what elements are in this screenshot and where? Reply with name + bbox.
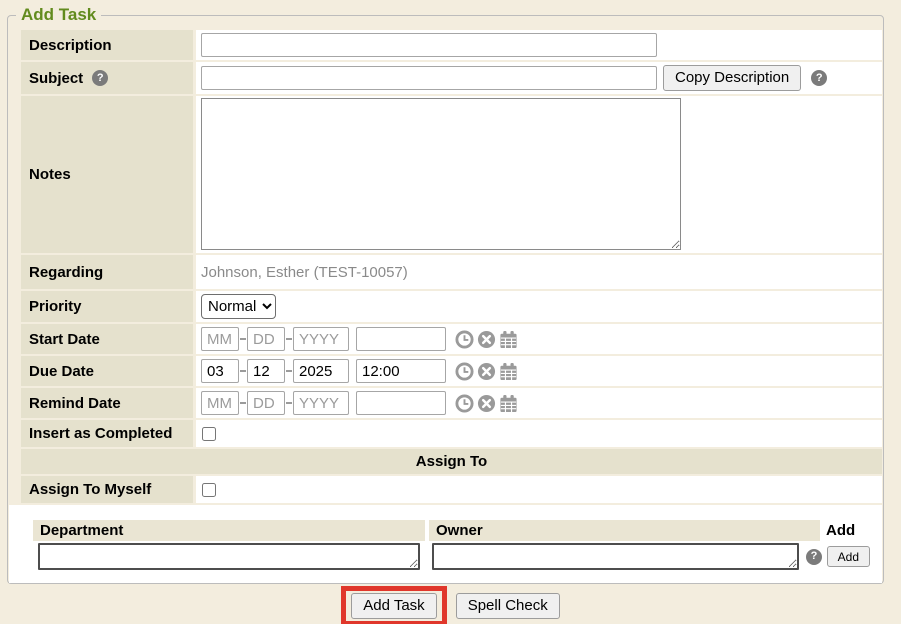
due-date-label: Due Date: [21, 356, 193, 386]
priority-row: Priority Normal: [21, 291, 882, 322]
subject-label-cell: Subject ?: [21, 62, 193, 94]
remind-date-day-input[interactable]: [247, 391, 285, 415]
insert-completed-cell: [196, 420, 882, 447]
owner-column-header: Owner: [429, 520, 820, 541]
date-separator: [240, 338, 246, 340]
owner-help-icon[interactable]: ?: [806, 549, 822, 565]
remind-date-clock-icon[interactable]: [455, 394, 474, 413]
add-column-header: Add: [824, 520, 870, 541]
remind-date-label: Remind Date: [21, 388, 193, 418]
owner-cell: ?: [432, 543, 822, 570]
due-date-cell: [196, 356, 882, 386]
remind-date-calendar-icon[interactable]: [499, 394, 518, 413]
assign-to-myself-cell: [196, 476, 882, 503]
notes-row: Notes: [21, 96, 882, 253]
remind-date-month-input[interactable]: [201, 391, 239, 415]
spell-check-button[interactable]: Spell Check: [456, 593, 560, 619]
assign-to-myself-checkbox[interactable]: [202, 483, 216, 497]
remind-date-year-input[interactable]: [293, 391, 349, 415]
notes-cell: [196, 96, 882, 253]
due-date-time-input[interactable]: [356, 359, 446, 383]
start-date-icons: [455, 330, 518, 349]
assign-to-section-header: Assign To: [21, 449, 882, 474]
start-date-clock-icon[interactable]: [455, 330, 474, 349]
insert-completed-row: Insert as Completed: [21, 420, 882, 447]
notes-textarea[interactable]: [201, 98, 681, 250]
assign-to-myself-label: Assign To Myself: [21, 476, 193, 503]
date-separator: [240, 402, 246, 404]
insert-completed-checkbox[interactable]: [202, 427, 216, 441]
date-separator: [286, 370, 292, 372]
assignee-table: Department Owner Add ? Add: [9, 505, 882, 583]
remind-date-icons: [455, 394, 518, 413]
start-date-calendar-icon[interactable]: [499, 330, 518, 349]
regarding-value: Johnson, Esther (TEST-10057): [196, 255, 882, 289]
start-date-label: Start Date: [21, 324, 193, 354]
copy-description-button[interactable]: Copy Description: [663, 65, 801, 91]
subject-label: Subject: [29, 70, 83, 87]
due-date-year-input[interactable]: [293, 359, 349, 383]
remind-date-time-input[interactable]: [356, 391, 446, 415]
footer-button-bar: Add Task Spell Check: [0, 586, 901, 624]
priority-select[interactable]: Normal: [201, 294, 276, 319]
description-label: Description: [21, 30, 193, 60]
copy-description-help-icon[interactable]: ?: [811, 70, 827, 86]
owner-textarea[interactable]: [432, 543, 799, 570]
subject-help-icon[interactable]: ?: [92, 70, 108, 86]
regarding-row: Regarding Johnson, Esther (TEST-10057): [21, 255, 882, 289]
start-date-cell: [196, 324, 882, 354]
due-date-month-input[interactable]: [201, 359, 239, 383]
department-textarea[interactable]: [38, 543, 420, 570]
add-task-button[interactable]: Add Task: [351, 593, 436, 619]
due-date-calendar-icon[interactable]: [499, 362, 518, 381]
start-date-row: Start Date: [21, 324, 882, 354]
subject-row: Subject ? Copy Description ?: [21, 62, 882, 94]
start-date-clear-icon[interactable]: [477, 330, 496, 349]
priority-label: Priority: [21, 291, 193, 322]
start-date-month-input[interactable]: [201, 327, 239, 351]
insert-completed-label: Insert as Completed: [21, 420, 193, 447]
assignee-table-row: ? Add: [33, 543, 870, 570]
due-date-day-input[interactable]: [247, 359, 285, 383]
priority-cell: Normal: [196, 291, 882, 322]
assignee-table-header: Department Owner Add: [33, 520, 870, 541]
description-input[interactable]: [201, 33, 657, 57]
form-rows: Description Subject ? Copy Description ?…: [21, 30, 882, 503]
add-task-form: Add Task Description Subject ? Copy Desc…: [7, 5, 884, 584]
remind-date-clear-icon[interactable]: [477, 394, 496, 413]
start-date-time-input[interactable]: [356, 327, 446, 351]
regarding-label: Regarding: [21, 255, 193, 289]
date-separator: [240, 370, 246, 372]
due-date-icons: [455, 362, 518, 381]
add-assignee-button[interactable]: Add: [827, 546, 870, 567]
due-date-row: Due Date: [21, 356, 882, 386]
notes-label: Notes: [21, 96, 193, 253]
due-date-clock-icon[interactable]: [455, 362, 474, 381]
description-cell: [196, 30, 882, 60]
subject-cell: Copy Description ?: [196, 62, 882, 94]
start-date-day-input[interactable]: [247, 327, 285, 351]
remind-date-cell: [196, 388, 882, 418]
add-button-cell: Add: [822, 546, 870, 567]
description-row: Description: [21, 30, 882, 60]
department-column-header: Department: [33, 520, 425, 541]
assign-to-myself-row: Assign To Myself: [21, 476, 882, 503]
date-separator: [286, 338, 292, 340]
start-date-year-input[interactable]: [293, 327, 349, 351]
date-separator: [286, 402, 292, 404]
page-title: Add Task: [16, 5, 101, 25]
due-date-clear-icon[interactable]: [477, 362, 496, 381]
remind-date-row: Remind Date: [21, 388, 882, 418]
subject-input[interactable]: [201, 66, 657, 90]
add-task-highlight-annotation: Add Task: [341, 586, 446, 624]
